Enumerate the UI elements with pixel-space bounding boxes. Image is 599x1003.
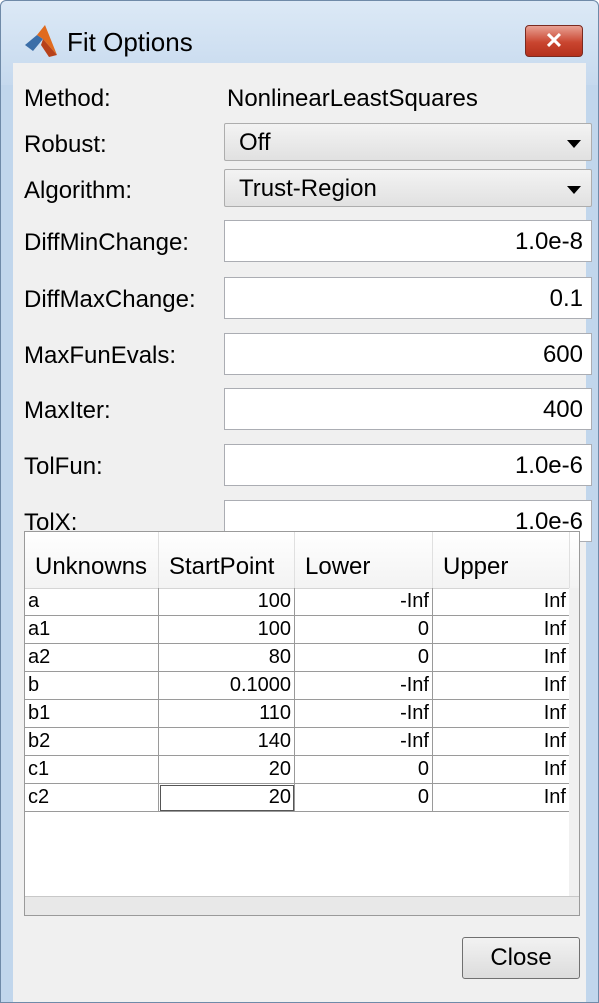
fit-options-window: Fit Options ✕ Method: NonlinearLeastSqua…	[0, 0, 599, 1003]
cell-unknown[interactable]: a1	[25, 616, 159, 644]
table-vertical-scrollbar[interactable]	[569, 588, 579, 897]
cell-upper[interactable]: Inf	[433, 784, 570, 812]
cell-upper[interactable]: Inf	[433, 588, 570, 616]
diffminchange-label: DiffMinChange:	[24, 229, 189, 256]
cell-unknown[interactable]: b	[25, 672, 159, 700]
algorithm-dropdown[interactable]: Trust-Region	[224, 169, 592, 207]
diffminchange-field[interactable]: 1.0e-8	[224, 220, 592, 262]
tolfun-value: 1.0e-6	[514, 452, 583, 479]
table-row: a2 80 0 Inf	[25, 644, 570, 672]
diffmaxchange-value: 0.1	[549, 285, 583, 312]
cell-upper[interactable]: Inf	[433, 756, 570, 784]
cell-upper[interactable]: Inf	[433, 644, 570, 672]
table-horizontal-scrollbar[interactable]	[25, 896, 579, 915]
table-row: b1 110 -Inf Inf	[25, 700, 570, 728]
table-row: c2 20 0 Inf	[25, 784, 570, 812]
cell-unknown[interactable]: a2	[25, 644, 159, 672]
cell-upper[interactable]: Inf	[433, 672, 570, 700]
cell-startpoint[interactable]: 0.1000	[159, 672, 295, 700]
coefficients-table[interactable]: Unknowns StartPoint Lower Upper a 100 -I…	[24, 531, 580, 916]
table-row: a1 100 0 Inf	[25, 616, 570, 644]
cell-startpoint[interactable]: 100	[159, 588, 295, 616]
close-icon: ✕	[544, 28, 564, 53]
table-row: a 100 -Inf Inf	[25, 588, 570, 616]
cell-startpoint[interactable]: 140	[159, 728, 295, 756]
window-title: Fit Options	[67, 27, 193, 57]
cell-startpoint[interactable]: 80	[159, 644, 295, 672]
cell-lower[interactable]: 0	[295, 756, 433, 784]
column-header-startpoint[interactable]: StartPoint	[159, 532, 295, 588]
cell-unknown[interactable]: c1	[25, 756, 159, 784]
cell-upper[interactable]: Inf	[433, 728, 570, 756]
method-label: Method:	[24, 85, 111, 112]
column-header-unknowns[interactable]: Unknowns	[25, 532, 159, 588]
maxiter-field[interactable]: 400	[224, 388, 592, 430]
cell-startpoint[interactable]: 20	[159, 756, 295, 784]
tolfun-field[interactable]: 1.0e-6	[224, 444, 592, 486]
robust-selected: Off	[239, 129, 271, 156]
close-button[interactable]: Close	[462, 937, 580, 979]
cell-unknown[interactable]: a	[25, 588, 159, 616]
cell-upper[interactable]: Inf	[433, 616, 570, 644]
maxfunevals-field[interactable]: 600	[224, 333, 592, 375]
cell-startpoint-selected[interactable]: 20	[159, 784, 295, 812]
cell-startpoint[interactable]: 110	[159, 700, 295, 728]
cell-unknown[interactable]: c2	[25, 784, 159, 812]
matlab-icon	[25, 25, 57, 57]
diffminchange-value: 1.0e-8	[514, 228, 583, 255]
cell-lower[interactable]: 0	[295, 616, 433, 644]
cell-startpoint[interactable]: 100	[159, 616, 295, 644]
diffmaxchange-field[interactable]: 0.1	[224, 277, 592, 319]
maxfunevals-value: 600	[542, 341, 583, 368]
table-row: b 0.1000 -Inf Inf	[25, 672, 570, 700]
cell-lower[interactable]: 0	[295, 644, 433, 672]
robust-label: Robust:	[24, 131, 107, 158]
cell-unknown[interactable]: b1	[25, 700, 159, 728]
chevron-down-icon	[567, 140, 581, 148]
diffmaxchange-label: DiffMaxChange:	[24, 286, 196, 313]
tolfun-label: TolFun:	[24, 453, 103, 480]
window-close-button[interactable]: ✕	[525, 25, 583, 57]
table-row: b2 140 -Inf Inf	[25, 728, 570, 756]
algorithm-selected: Trust-Region	[239, 175, 377, 202]
algorithm-label: Algorithm:	[24, 177, 133, 204]
cell-lower[interactable]: -Inf	[295, 700, 433, 728]
method-value: NonlinearLeastSquares	[227, 85, 478, 112]
cell-lower[interactable]: 0	[295, 784, 433, 812]
maxfunevals-label: MaxFunEvals:	[24, 342, 177, 369]
maxiter-label: MaxIter:	[24, 397, 111, 424]
chevron-down-icon	[567, 186, 581, 194]
cell-unknown[interactable]: b2	[25, 728, 159, 756]
table-header: Unknowns StartPoint Lower Upper	[25, 532, 579, 589]
robust-dropdown[interactable]: Off	[224, 123, 592, 161]
cell-lower[interactable]: -Inf	[295, 672, 433, 700]
cell-lower[interactable]: -Inf	[295, 588, 433, 616]
table-row: c1 20 0 Inf	[25, 756, 570, 784]
column-header-upper[interactable]: Upper	[433, 532, 570, 588]
cell-upper[interactable]: Inf	[433, 700, 570, 728]
column-header-lower[interactable]: Lower	[295, 532, 433, 588]
cell-lower[interactable]: -Inf	[295, 728, 433, 756]
maxiter-value: 400	[542, 396, 583, 423]
